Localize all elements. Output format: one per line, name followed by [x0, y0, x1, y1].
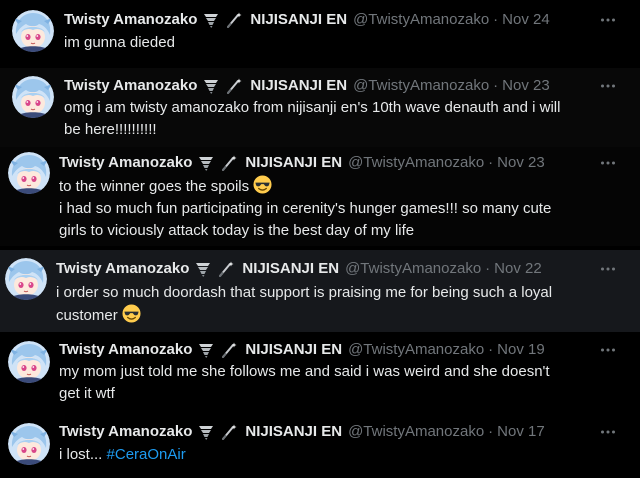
tornado-icon: [197, 341, 215, 359]
avatar[interactable]: [8, 423, 50, 465]
tweet-text-segment: customer: [56, 307, 118, 324]
tweet-text-line: im gunna dieded: [64, 34, 175, 51]
tweet-text: i order so much doordash that support is…: [56, 282, 552, 327]
author-handle[interactable]: @TwistyAmanozako: [353, 10, 489, 30]
tweet-header: Twisty Amanozako NIJISANJI EN @TwistyAma…: [64, 10, 550, 30]
tweet-text: im gunna dieded: [64, 32, 175, 54]
avatar[interactable]: [8, 152, 50, 194]
tweet-text-line: customer: [56, 304, 552, 327]
more-options-icon[interactable]: [598, 76, 618, 96]
tweet-item[interactable]: Twisty Amanozako NIJISANJI EN @TwistyAma…: [0, 0, 640, 68]
author-name[interactable]: Twisty Amanozako: [59, 153, 192, 173]
more-options-icon[interactable]: [598, 153, 618, 173]
author-handle[interactable]: @TwistyAmanozako: [353, 76, 489, 96]
author-affiliation: NIJISANJI EN: [245, 423, 343, 440]
tornado-icon: [194, 260, 212, 278]
tweet-text-line: girls to viciously attack today is the b…: [59, 222, 415, 239]
avatar[interactable]: [8, 341, 50, 383]
tweet-text-line: i had so much fun participating in ceren…: [59, 200, 552, 217]
wand-icon: [220, 341, 238, 359]
sunglasses-emoji: [122, 304, 141, 323]
wand-icon: [220, 423, 238, 441]
tweet-item[interactable]: Twisty Amanozako NIJISANJI EN @TwistyAma…: [0, 147, 640, 246]
tweet-text-segment: i lost...: [59, 446, 103, 463]
separator-dot: ·: [488, 154, 494, 171]
separator-dot: ·: [488, 341, 494, 358]
more-options-icon[interactable]: [598, 10, 618, 30]
author-name[interactable]: Twisty Amanozako: [59, 422, 192, 442]
avatar[interactable]: [5, 258, 47, 300]
wand-icon: [225, 77, 243, 95]
separator-dot: ·: [488, 423, 494, 440]
separator-dot: ·: [493, 11, 499, 28]
tweet-item[interactable]: Twisty Amanozako NIJISANJI EN @TwistyAma…: [0, 413, 640, 478]
wand-icon: [220, 154, 238, 172]
tweet-item[interactable]: Twisty Amanozako NIJISANJI EN @TwistyAma…: [0, 333, 640, 413]
tweet-text-line: get it wtf: [59, 385, 115, 402]
tweet-header: Twisty Amanozako NIJISANJI EN @TwistyAma…: [56, 259, 542, 279]
wand-icon: [225, 11, 243, 29]
author-handle[interactable]: @TwistyAmanozako: [348, 153, 484, 173]
author-affiliation: NIJISANJI EN: [250, 77, 348, 94]
tweet-feed: Twisty Amanozako NIJISANJI EN @TwistyAma…: [0, 0, 640, 478]
tweet-date[interactable]: Nov 22: [494, 259, 542, 279]
author-handle[interactable]: @TwistyAmanozako: [345, 259, 481, 279]
tweet-header: Twisty Amanozako NIJISANJI EN @TwistyAma…: [59, 340, 545, 360]
tweet-text-line: be here!!!!!!!!!!: [64, 121, 157, 138]
tweet-date[interactable]: Nov 23: [497, 153, 545, 173]
tweet-text: i lost... #CeraOnAir: [59, 444, 186, 466]
tweet-text-line: omg i am twisty amanozako from nijisanji…: [64, 99, 561, 116]
tornado-icon: [197, 423, 215, 441]
tweet-text-line: my mom just told me she follows me and s…: [59, 363, 550, 380]
avatar[interactable]: [12, 10, 54, 52]
tweet-date[interactable]: Nov 19: [497, 340, 545, 360]
author-name[interactable]: Twisty Amanozako: [56, 259, 189, 279]
tweet-text: my mom just told me she follows me and s…: [59, 361, 550, 405]
tweet-text-line: i lost... #CeraOnAir: [59, 444, 186, 466]
tweet-item[interactable]: Twisty Amanozako NIJISANJI EN @TwistyAma…: [0, 250, 640, 332]
tweet-date[interactable]: Nov 24: [502, 10, 550, 30]
author-handle[interactable]: @TwistyAmanozako: [348, 422, 484, 442]
tweet-text-line: i order so much doordash that support is…: [56, 284, 553, 301]
tweet-date[interactable]: Nov 17: [497, 422, 545, 442]
author-affiliation: NIJISANJI EN: [245, 154, 343, 171]
tweet-text: omg i am twisty amanozako from nijisanji…: [64, 97, 560, 141]
author-affiliation: NIJISANJI EN: [242, 260, 340, 277]
tweet-text-segment: to the winner goes the spoils: [59, 178, 250, 195]
sunglasses-emoji: [253, 175, 272, 194]
author-name[interactable]: Twisty Amanozako: [64, 76, 197, 96]
author-handle[interactable]: @TwistyAmanozako: [348, 340, 484, 360]
separator-dot: ·: [485, 260, 491, 277]
more-options-icon[interactable]: [598, 422, 618, 442]
tweet-header: Twisty Amanozako NIJISANJI EN @TwistyAma…: [64, 76, 550, 96]
hashtag-link[interactable]: #CeraOnAir: [107, 446, 186, 463]
tornado-icon: [197, 154, 215, 172]
tweet-date[interactable]: Nov 23: [502, 76, 550, 96]
author-affiliation: NIJISANJI EN: [245, 341, 343, 358]
tweet-header: Twisty Amanozako NIJISANJI EN @TwistyAma…: [59, 153, 545, 173]
separator-dot: ·: [493, 77, 499, 94]
author-name[interactable]: Twisty Amanozako: [64, 10, 197, 30]
tweet-header: Twisty Amanozako NIJISANJI EN @TwistyAma…: [59, 422, 545, 442]
more-options-icon[interactable]: [598, 259, 618, 279]
more-options-icon[interactable]: [598, 340, 618, 360]
wand-icon: [217, 260, 235, 278]
tornado-icon: [202, 77, 220, 95]
author-name[interactable]: Twisty Amanozako: [59, 340, 192, 360]
tweet-text: to the winner goes the spoils i had so m…: [59, 175, 551, 242]
tornado-icon: [202, 11, 220, 29]
author-affiliation: NIJISANJI EN: [250, 11, 348, 28]
avatar[interactable]: [12, 76, 54, 118]
tweet-item[interactable]: Twisty Amanozako NIJISANJI EN @TwistyAma…: [0, 68, 640, 147]
tweet-text-line: to the winner goes the spoils: [59, 175, 551, 198]
